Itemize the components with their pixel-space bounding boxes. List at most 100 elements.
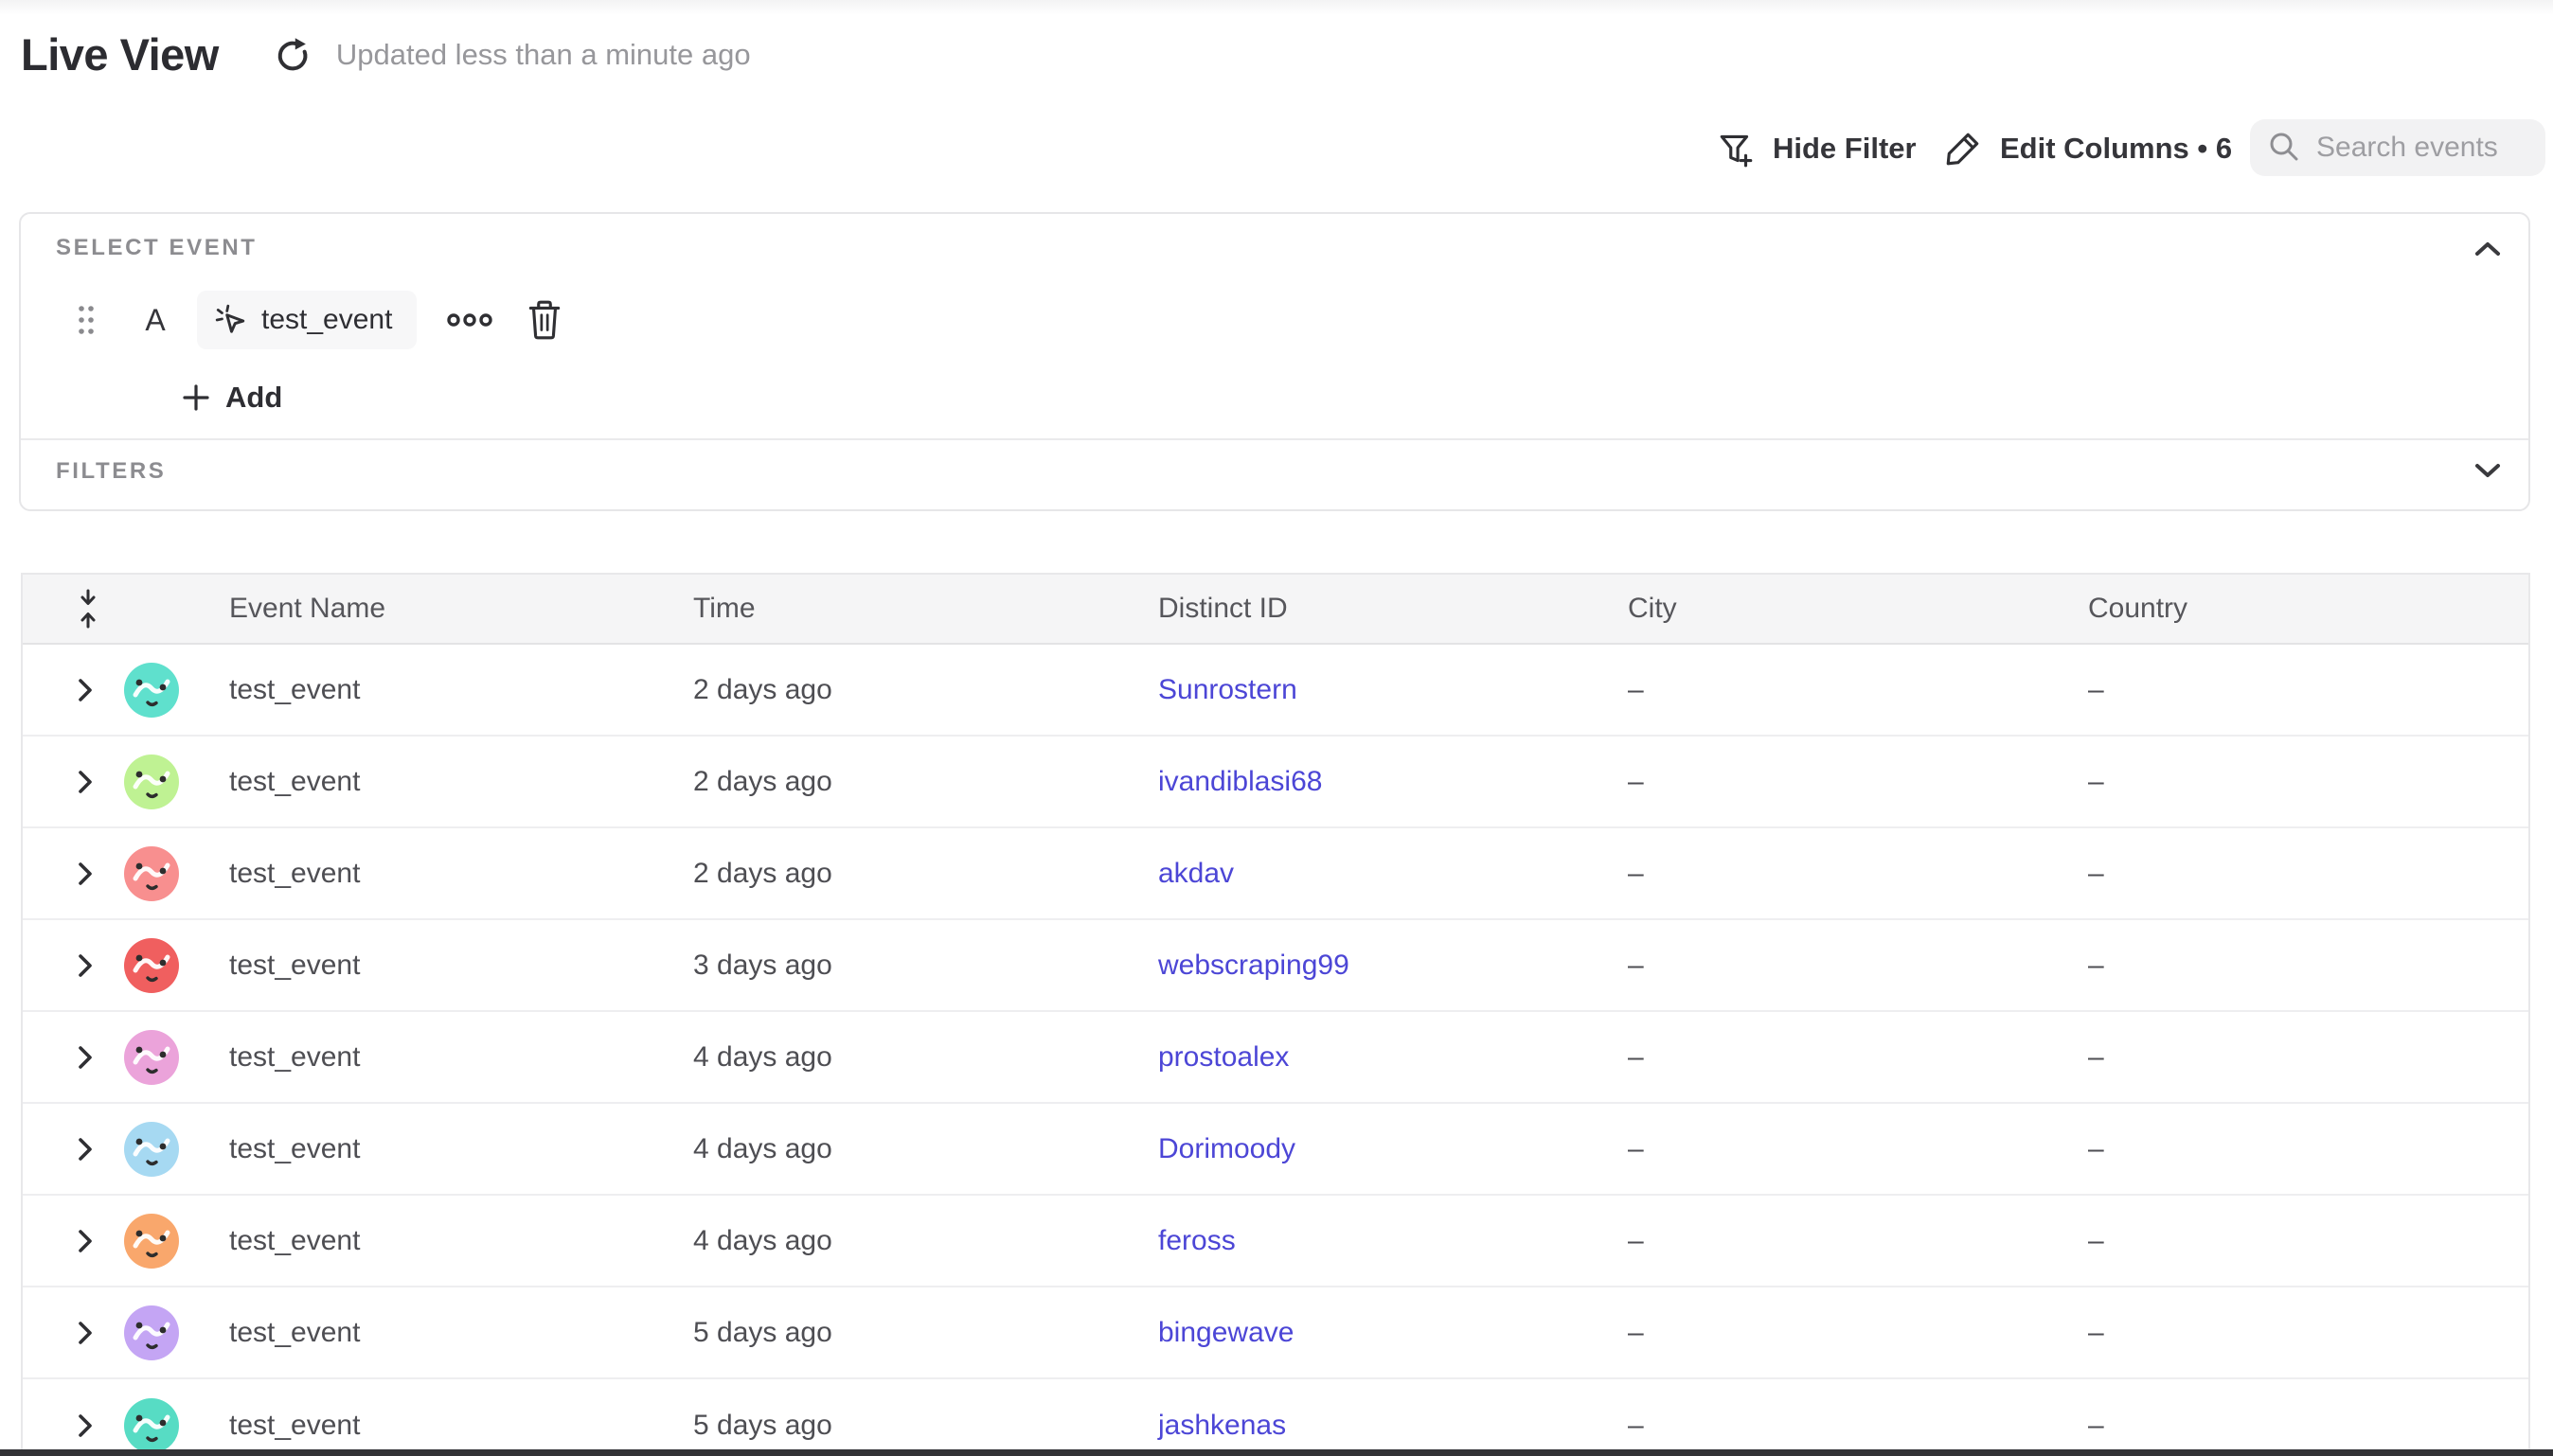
avatar-face-icon bbox=[124, 846, 179, 901]
chevron-right-icon bbox=[78, 678, 93, 702]
select-event-collapse-button[interactable] bbox=[2472, 235, 2504, 263]
row-expand-button[interactable] bbox=[23, 1413, 106, 1438]
hide-filter-label: Hide Filter bbox=[1773, 132, 1917, 166]
avatar-cell bbox=[106, 1030, 212, 1085]
distinct-id-link[interactable]: webscraping99 bbox=[1141, 950, 1611, 982]
distinct-id-link[interactable]: ivandiblasi68 bbox=[1141, 766, 1611, 798]
avatar-cell bbox=[106, 1122, 212, 1177]
query-builder-card: SELECT EVENT A test_event bbox=[19, 212, 2530, 511]
table-row[interactable]: test_event 2 days ago Sunrostern – – bbox=[23, 645, 2528, 737]
plus-icon bbox=[182, 383, 210, 412]
column-header-time[interactable]: Time bbox=[676, 593, 1141, 625]
row-expand-button[interactable] bbox=[23, 1045, 106, 1070]
event-chip-label: test_event bbox=[261, 304, 392, 336]
trash-icon bbox=[525, 298, 564, 342]
filters-expand-button[interactable] bbox=[2472, 456, 2504, 485]
table-row[interactable]: test_event 3 days ago webscraping99 – – bbox=[23, 920, 2528, 1012]
avatar bbox=[124, 846, 179, 901]
table-row[interactable]: test_event 4 days ago Dorimoody – – bbox=[23, 1104, 2528, 1196]
avatar-face-icon bbox=[124, 1398, 179, 1453]
refresh-icon bbox=[274, 36, 312, 74]
collapse-all-rows-button[interactable] bbox=[23, 589, 106, 629]
chevron-right-icon bbox=[78, 1321, 93, 1345]
column-header-distinct-id[interactable]: Distinct ID bbox=[1141, 593, 1611, 625]
row-expand-button[interactable] bbox=[23, 861, 106, 886]
distinct-id-link[interactable]: jashkenas bbox=[1141, 1410, 1611, 1442]
city-cell: – bbox=[1611, 950, 2071, 982]
search-box[interactable] bbox=[2250, 119, 2545, 176]
top-texture-strip bbox=[0, 0, 2553, 15]
avatar-cell bbox=[106, 663, 212, 718]
search-input[interactable] bbox=[2316, 132, 2525, 164]
event-name-cell: test_event bbox=[212, 950, 676, 982]
table-row[interactable]: test_event 5 days ago jashkenas – – bbox=[23, 1379, 2528, 1456]
event-name-cell: test_event bbox=[212, 1133, 676, 1165]
distinct-id-link[interactable]: bingewave bbox=[1141, 1317, 1611, 1349]
table-row[interactable]: test_event 5 days ago bingewave – – bbox=[23, 1287, 2528, 1379]
country-cell: – bbox=[2071, 1410, 2528, 1442]
city-cell: – bbox=[1611, 674, 2071, 706]
distinct-id-link[interactable]: feross bbox=[1141, 1225, 1611, 1257]
country-cell: – bbox=[2071, 1317, 2528, 1349]
event-more-options-button[interactable] bbox=[445, 310, 494, 330]
event-name-cell: test_event bbox=[212, 858, 676, 890]
more-options-icon bbox=[445, 310, 494, 330]
row-expand-button[interactable] bbox=[23, 678, 106, 702]
event-row-letter: A bbox=[138, 303, 172, 338]
search-icon bbox=[2267, 131, 2301, 165]
distinct-id-link[interactable]: akdav bbox=[1141, 858, 1611, 890]
time-cell: 5 days ago bbox=[676, 1317, 1141, 1349]
table-row[interactable]: test_event 2 days ago ivandiblasi68 – – bbox=[23, 737, 2528, 828]
chevron-right-icon bbox=[78, 770, 93, 794]
chevron-right-icon bbox=[78, 861, 93, 886]
drag-handle-icon[interactable] bbox=[74, 297, 98, 343]
row-expand-button[interactable] bbox=[23, 1137, 106, 1162]
card-divider bbox=[21, 438, 2528, 440]
table-row[interactable]: test_event 2 days ago akdav – – bbox=[23, 828, 2528, 920]
event-row: A test_event bbox=[21, 290, 2528, 350]
refresh-button[interactable] bbox=[274, 36, 312, 74]
avatar-cell bbox=[106, 938, 212, 993]
avatar-face-icon bbox=[124, 755, 179, 809]
chevron-right-icon bbox=[78, 1413, 93, 1438]
time-cell: 2 days ago bbox=[676, 858, 1141, 890]
filters-section-label: FILTERS bbox=[56, 458, 166, 485]
row-expand-button[interactable] bbox=[23, 1321, 106, 1345]
row-expand-button[interactable] bbox=[23, 770, 106, 794]
time-cell: 2 days ago bbox=[676, 766, 1141, 798]
event-select-chip[interactable]: test_event bbox=[197, 291, 417, 349]
events-table: Event Name Time Distinct ID City Country bbox=[21, 573, 2530, 1456]
event-name-cell: test_event bbox=[212, 674, 676, 706]
event-name-cell: test_event bbox=[212, 766, 676, 798]
avatar-face-icon bbox=[124, 1122, 179, 1177]
avatar-face-icon bbox=[124, 663, 179, 718]
country-cell: – bbox=[2071, 858, 2528, 890]
city-cell: – bbox=[1611, 1410, 2071, 1442]
distinct-id-link[interactable]: Dorimoody bbox=[1141, 1133, 1611, 1165]
event-name-cell: test_event bbox=[212, 1041, 676, 1074]
distinct-id-link[interactable]: Sunrostern bbox=[1141, 674, 1611, 706]
avatar-cell bbox=[106, 846, 212, 901]
column-header-event-name[interactable]: Event Name bbox=[212, 593, 676, 625]
hide-filter-button[interactable]: Hide Filter bbox=[1716, 119, 1917, 178]
column-header-country[interactable]: Country bbox=[2071, 593, 2528, 625]
add-button-label: Add bbox=[225, 381, 282, 415]
country-cell: – bbox=[2071, 1133, 2528, 1165]
time-cell: 2 days ago bbox=[676, 674, 1141, 706]
distinct-id-link[interactable]: prostoalex bbox=[1141, 1041, 1611, 1074]
funnel-plus-icon bbox=[1716, 129, 1756, 169]
avatar bbox=[124, 1305, 179, 1360]
row-expand-button[interactable] bbox=[23, 953, 106, 978]
event-name-cell: test_event bbox=[212, 1317, 676, 1349]
add-event-button[interactable]: Add bbox=[182, 377, 282, 418]
edit-columns-button[interactable]: Edit Columns • 6 bbox=[1943, 119, 2232, 178]
table-row[interactable]: test_event 4 days ago feross – – bbox=[23, 1196, 2528, 1287]
table-row[interactable]: test_event 4 days ago prostoalex – – bbox=[23, 1012, 2528, 1104]
avatar-cell bbox=[106, 1214, 212, 1269]
delete-event-button[interactable] bbox=[525, 298, 564, 342]
select-event-section-label: SELECT EVENT bbox=[56, 235, 258, 261]
country-cell: – bbox=[2071, 1225, 2528, 1257]
row-expand-button[interactable] bbox=[23, 1229, 106, 1253]
column-header-city[interactable]: City bbox=[1611, 593, 2071, 625]
toolbar: Hide Filter Edit Columns • 6 bbox=[0, 119, 2553, 178]
